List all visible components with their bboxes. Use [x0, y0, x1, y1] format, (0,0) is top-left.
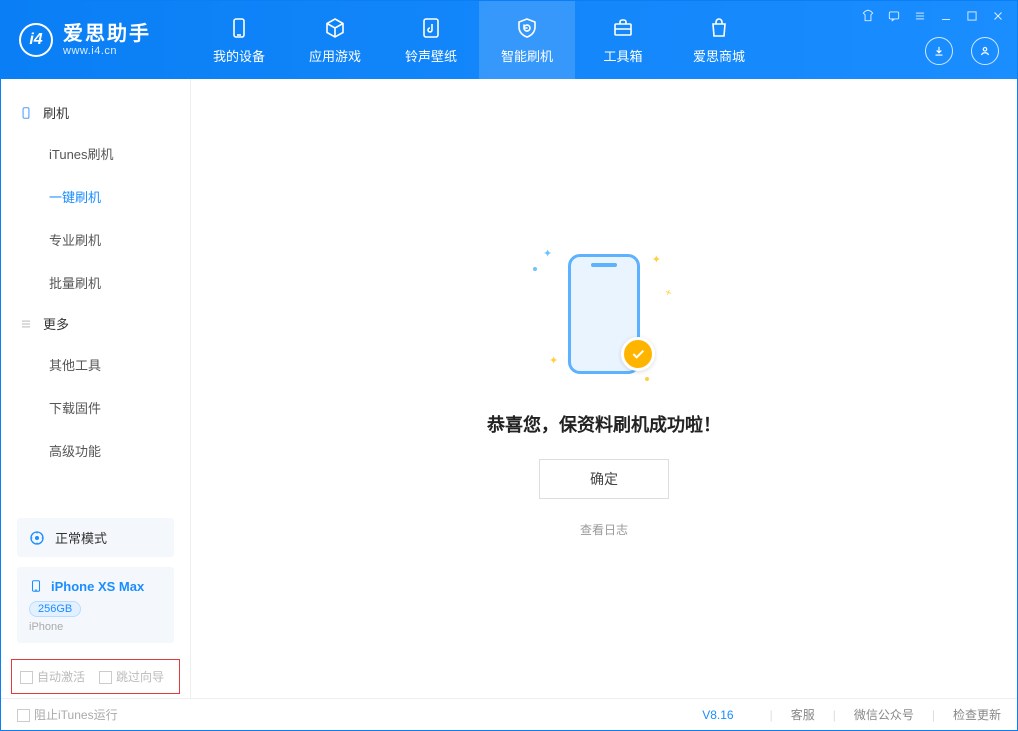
window-controls — [861, 9, 1005, 23]
footer-link-update[interactable]: 检查更新 — [953, 706, 1001, 723]
user-button[interactable] — [971, 37, 999, 65]
device-capacity: 256GB — [29, 601, 81, 617]
nav-tab-apps[interactable]: 应用游戏 — [287, 1, 383, 79]
phone-icon — [227, 16, 251, 40]
cube-icon — [323, 16, 347, 40]
maximize-icon[interactable] — [965, 9, 979, 23]
main-content: ✦ ✦ ✦ + 恭喜您，保资料刷机成功啦！ 确定 查看日志 — [191, 79, 1017, 698]
sidebar-header-more[interactable]: 更多 — [1, 304, 190, 343]
success-illustration: ✦ ✦ ✦ + — [529, 239, 679, 389]
shield-refresh-icon — [515, 16, 539, 40]
sidebar-item-onekey[interactable]: 一键刷机 — [1, 175, 190, 218]
sidebar-item-itunes[interactable]: iTunes刷机 — [1, 132, 190, 175]
menu-icon[interactable] — [913, 9, 927, 23]
nav-tab-toolbox[interactable]: 工具箱 — [575, 1, 671, 79]
sidebar-header-flash[interactable]: 刷机 — [1, 93, 190, 132]
close-icon[interactable] — [991, 9, 1005, 23]
nav-label: 工具箱 — [603, 46, 642, 65]
nav-label: 我的设备 — [213, 46, 265, 65]
title-bar: i4 爱思助手 www.i4.cn 我的设备 应用游戏 铃声壁纸 智能刷机 工具… — [1, 1, 1017, 79]
list-icon — [19, 317, 33, 331]
status-bar: 阻止iTunes运行 V8.16 | 客服 | 微信公众号 | 检查更新 — [1, 698, 1017, 730]
success-check-icon — [621, 337, 655, 371]
sidebar-item-advanced[interactable]: 高级功能 — [1, 429, 190, 472]
sidebar-item-other[interactable]: 其他工具 — [1, 343, 190, 386]
nav-tab-flash[interactable]: 智能刷机 — [479, 1, 575, 79]
nav-label: 铃声壁纸 — [405, 46, 457, 65]
sidebar: 刷机 iTunes刷机 一键刷机 专业刷机 批量刷机 更多 其他工具 下载固件 … — [1, 79, 191, 698]
minimize-icon[interactable] — [939, 9, 953, 23]
nav-label: 智能刷机 — [501, 46, 553, 65]
music-file-icon — [419, 16, 443, 40]
phone-outline-icon — [19, 106, 33, 120]
nav-tab-device[interactable]: 我的设备 — [191, 1, 287, 79]
sidebar-item-firmware[interactable]: 下载固件 — [1, 386, 190, 429]
sparkle-icon: ✦ — [543, 247, 552, 260]
skin-icon[interactable] — [861, 9, 875, 23]
sidebar-item-pro[interactable]: 专业刷机 — [1, 218, 190, 261]
dot-icon — [533, 267, 537, 271]
bag-icon — [707, 16, 731, 40]
logo-icon: i4 — [19, 23, 53, 57]
nav-label: 应用游戏 — [309, 46, 361, 65]
checkbox-skip-guide[interactable]: 跳过向导 — [99, 668, 164, 685]
device-phone-icon — [29, 577, 43, 595]
nav-tabs: 我的设备 应用游戏 铃声壁纸 智能刷机 工具箱 爱思商城 — [191, 1, 767, 79]
flash-options-row: 自动激活 跳过向导 — [11, 659, 180, 694]
footer-link-wechat[interactable]: 微信公众号 — [854, 706, 914, 723]
app-logo: i4 爱思助手 www.i4.cn — [1, 1, 191, 79]
view-log-link[interactable]: 查看日志 — [580, 521, 628, 538]
sidebar-item-batch[interactable]: 批量刷机 — [1, 261, 190, 304]
checkbox-auto-activate[interactable]: 自动激活 — [20, 668, 85, 685]
mode-card[interactable]: 正常模式 — [17, 518, 174, 557]
ok-button[interactable]: 确定 — [539, 459, 669, 499]
download-button[interactable] — [925, 37, 953, 65]
dot-icon — [645, 377, 649, 381]
top-actions — [925, 37, 999, 65]
mode-label: 正常模式 — [55, 528, 107, 547]
version-label: V8.16 — [702, 708, 733, 722]
briefcase-icon — [611, 16, 635, 40]
device-name: iPhone XS Max — [51, 579, 144, 594]
device-card[interactable]: iPhone XS Max 256GB iPhone — [17, 567, 174, 643]
app-name-en: www.i4.cn — [63, 45, 151, 57]
nav-tab-ring[interactable]: 铃声壁纸 — [383, 1, 479, 79]
app-name-cn: 爱思助手 — [63, 23, 151, 45]
nav-label: 爱思商城 — [693, 46, 745, 65]
footer-link-support[interactable]: 客服 — [791, 706, 815, 723]
sparkle-icon: + — [663, 286, 673, 299]
nav-tab-store[interactable]: 爱思商城 — [671, 1, 767, 79]
mode-icon — [29, 530, 45, 546]
success-message: 恭喜您，保资料刷机成功啦！ — [487, 411, 721, 437]
feedback-icon[interactable] — [887, 9, 901, 23]
sparkle-icon: ✦ — [549, 354, 558, 367]
checkbox-block-itunes[interactable]: 阻止iTunes运行 — [17, 706, 118, 723]
sparkle-icon: ✦ — [652, 253, 661, 266]
device-type: iPhone — [29, 621, 162, 633]
